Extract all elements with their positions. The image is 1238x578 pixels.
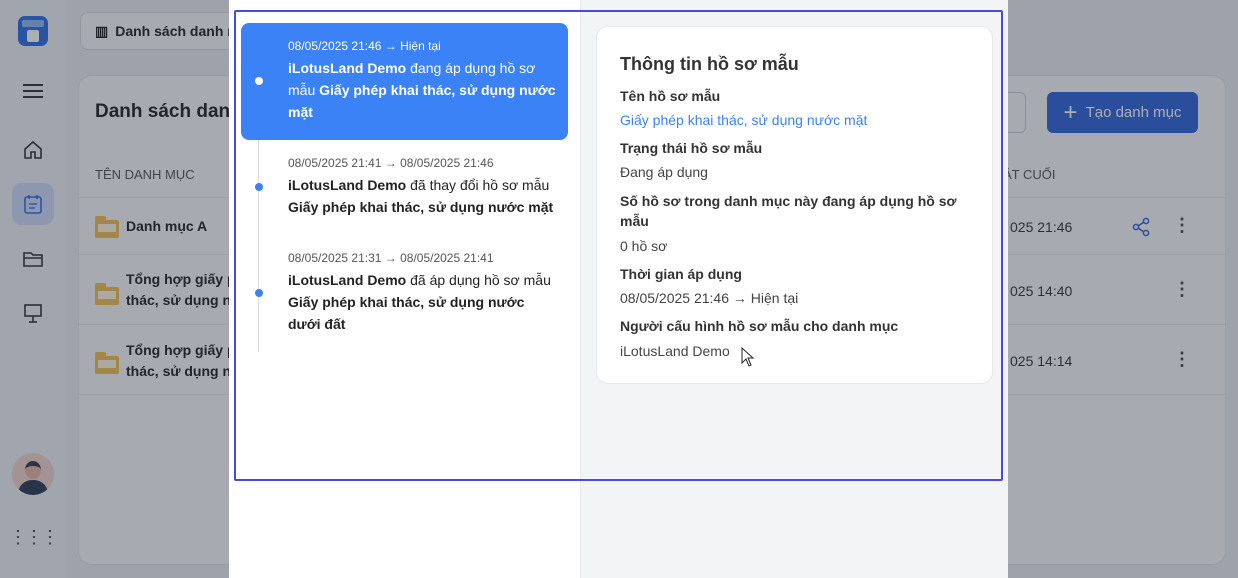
mouse-cursor-icon: [741, 347, 755, 367]
selection-frame: [234, 10, 1003, 481]
